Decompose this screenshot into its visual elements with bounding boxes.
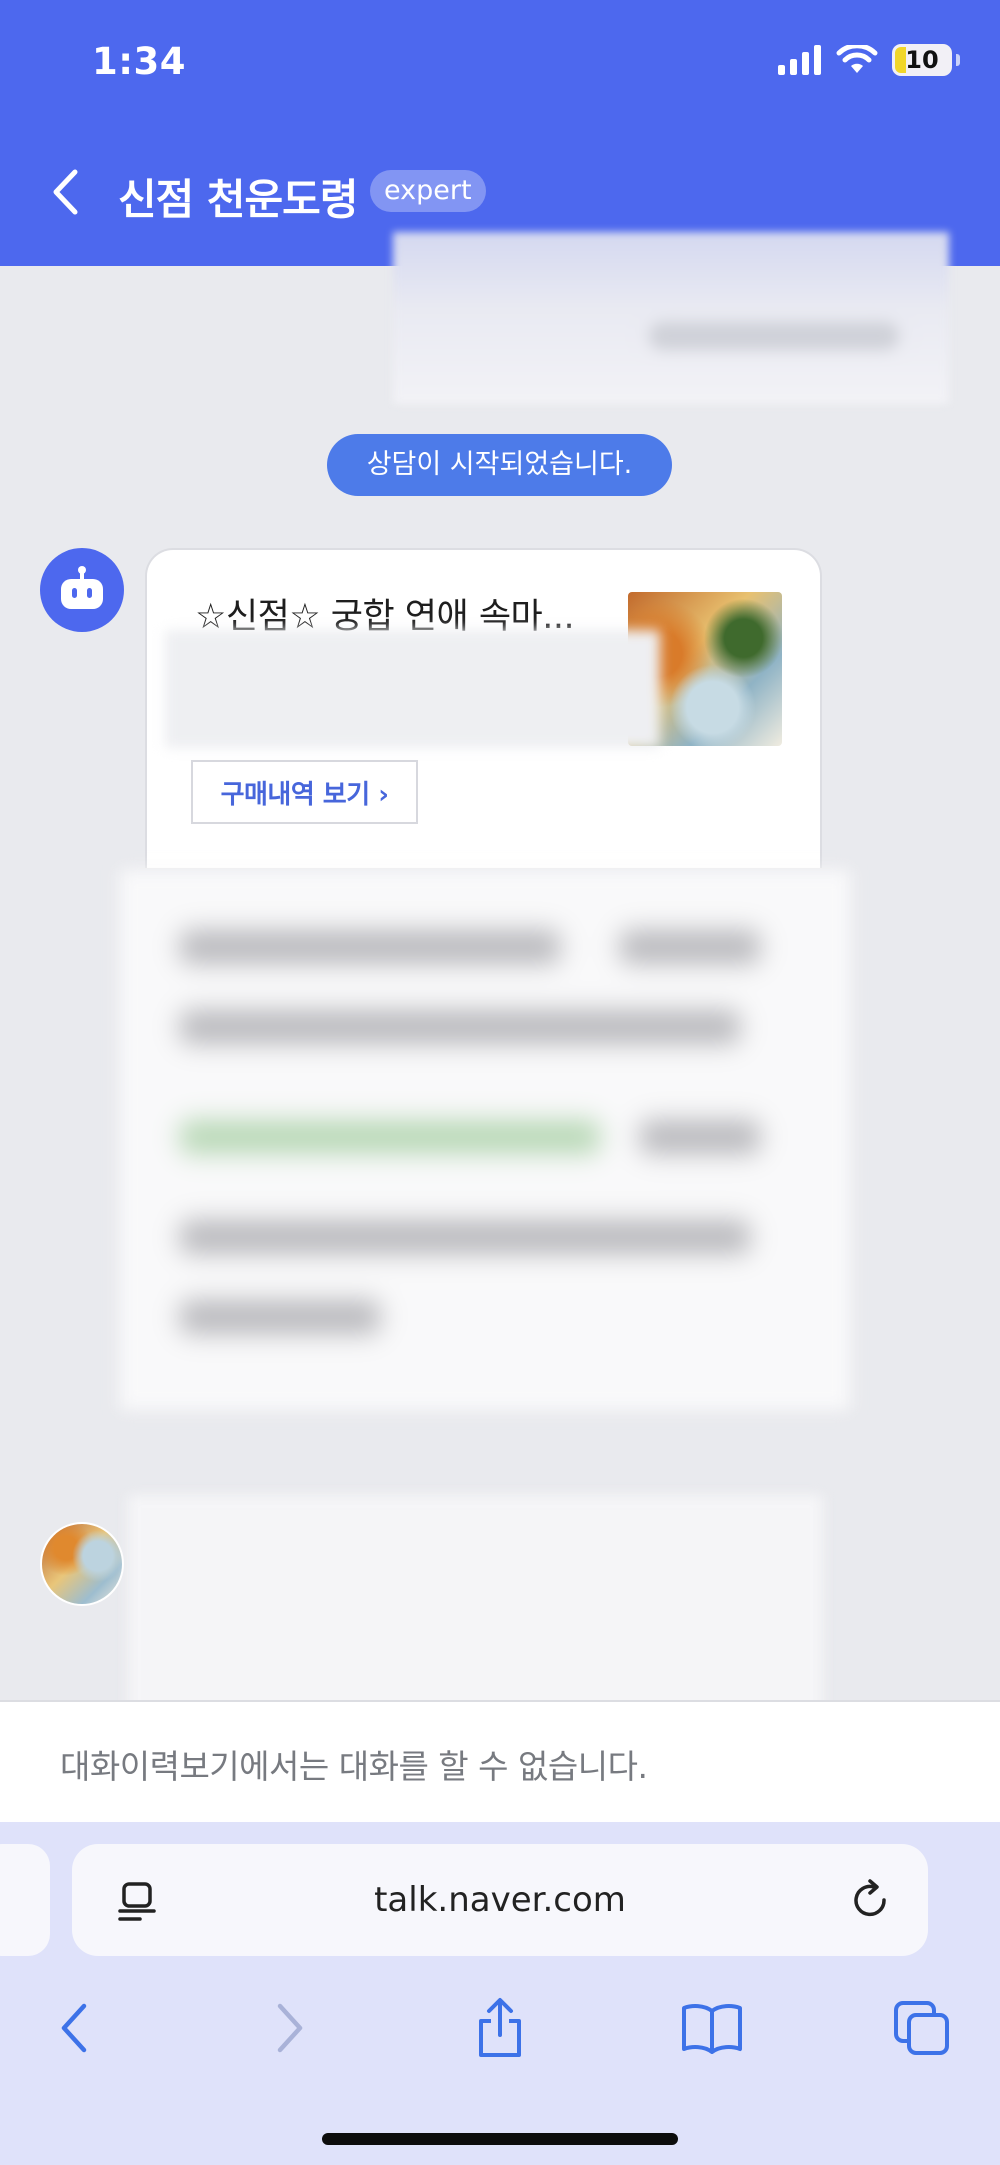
bookmarks-button[interactable] (672, 1988, 752, 2068)
url-text: talk.naver.com (374, 1880, 626, 1920)
browser-back-button[interactable] (34, 1988, 114, 2068)
chevron-left-icon (53, 169, 78, 215)
bot-avatar (40, 548, 124, 632)
product-card[interactable]: ☆신점☆ 궁합 연애 속마... 구매내역 보기 › (145, 548, 822, 868)
expert-badge: expert (370, 170, 486, 212)
tabs-icon (894, 2001, 949, 2055)
back-button[interactable] (40, 162, 90, 222)
reload-icon[interactable] (848, 1878, 894, 1924)
share-button[interactable] (460, 1988, 540, 2068)
notice-text: 대화이력보기에서는 대화를 할 수 없습니다. (60, 1747, 648, 1786)
tabs-button[interactable] (882, 1988, 962, 2068)
browser-chrome: talk.naver.com (0, 1822, 1000, 2165)
chat-title: 신점 천운도령 (118, 175, 358, 224)
home-indicator (322, 2133, 678, 2145)
robot-icon (61, 566, 103, 609)
counselor-avatar (40, 1522, 124, 1606)
blurred-message (120, 870, 850, 1410)
wifi-icon (836, 45, 878, 73)
status-time: 1:34 (92, 40, 187, 83)
battery-level: 10 (905, 46, 939, 74)
blurred-message (393, 232, 949, 404)
book-icon (682, 2004, 742, 2054)
chat-disabled-notice: 대화이력보기에서는 대화를 할 수 없습니다. (0, 1700, 1000, 1822)
consultation-started-notice: 상담이 시작되었습니다. (327, 434, 672, 496)
previous-tab[interactable] (0, 1844, 50, 1956)
status-icons: 10 (778, 44, 960, 76)
browser-forward-button[interactable] (250, 1988, 330, 2068)
browser-toolbar (0, 1988, 1000, 2088)
share-icon (479, 1998, 521, 2057)
purchase-history-button[interactable]: 구매내역 보기 › (191, 760, 418, 824)
chat-header: 1:34 10 신점 천운도령 expert (0, 0, 1000, 266)
chevron-left-icon (61, 2003, 87, 2053)
blurred-message (128, 1495, 823, 1720)
blurred-product-info (165, 630, 660, 748)
battery-icon: 10 (892, 44, 952, 76)
cellular-signal-icon (778, 45, 821, 75)
chevron-right-icon (277, 2003, 303, 2053)
address-bar[interactable]: talk.naver.com (72, 1844, 928, 1956)
